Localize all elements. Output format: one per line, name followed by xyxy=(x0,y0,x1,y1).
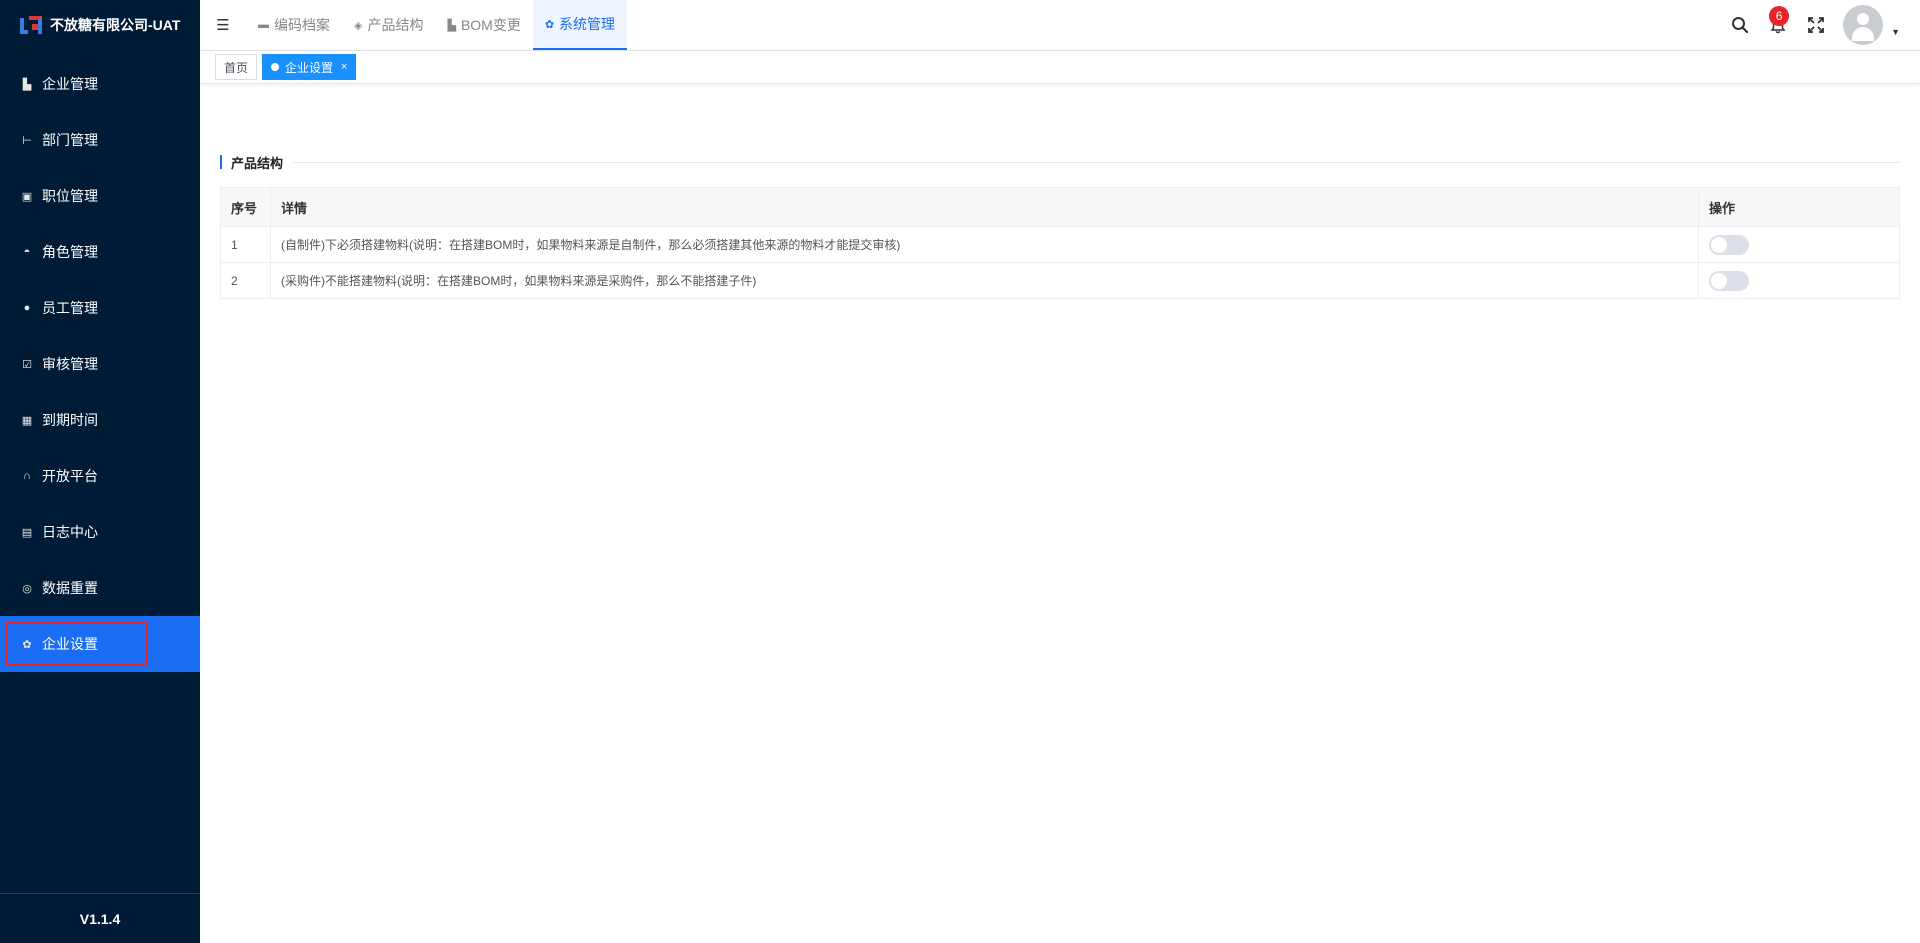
section-title: 产品结构 xyxy=(231,155,284,171)
sidebar-item-data-reset[interactable]: ◎ 数据重置 xyxy=(0,560,200,616)
tags-view: 首页 企业设置 × xyxy=(200,51,1920,84)
reset-icon: ◎ xyxy=(22,582,32,595)
sidebar-item-expiry[interactable]: ▦ 到期时间 xyxy=(0,392,200,448)
section-header: 产品结构 xyxy=(220,152,1900,172)
sidebar-item-review[interactable]: ☑ 审核管理 xyxy=(0,336,200,392)
tag-label: 企业设置 xyxy=(285,60,334,75)
header-index: 序号 xyxy=(220,187,271,227)
building-icon: ▙ xyxy=(22,78,32,91)
row-index: 2 xyxy=(220,262,271,299)
checkbox-icon: ☑ xyxy=(22,358,32,371)
sidebar-item-enterprise[interactable]: ▙ 企业管理 xyxy=(0,56,200,112)
user-menu[interactable]: ▼ xyxy=(1843,5,1900,45)
tag-enterprise-settings[interactable]: 企业设置 × xyxy=(262,54,357,80)
sidebar-item-employee[interactable]: ● 员工管理 xyxy=(0,280,200,336)
tag-label: 首页 xyxy=(224,60,249,75)
sidebar-item-position[interactable]: ▣ 职位管理 xyxy=(0,168,200,224)
topnav-item-system-management[interactable]: ✿ 系统管理 xyxy=(532,0,628,50)
layers-icon: ◈ xyxy=(354,19,363,32)
settings-table: 序号 详情 操作 1 (自制件)下必须搭建物料(说明：在搭建BOM时，如果物料来… xyxy=(220,187,1900,299)
calendar-icon: ▦ xyxy=(21,414,33,427)
topnav-item-label: 产品结构 xyxy=(367,17,424,33)
sidebar-item-label: 开放平台 xyxy=(42,468,98,484)
topnav-item-code-archive[interactable]: ▬ 编码档案 xyxy=(246,0,342,50)
header-action: 操作 xyxy=(1698,187,1900,227)
sidebar-item-label: 到期时间 xyxy=(42,412,98,428)
sidebar-item-label: 日志中心 xyxy=(42,524,98,540)
table-row: 2 (采购件)不能搭建物料(说明：在搭建BOM时，如果物料来源是采购件，那么不能… xyxy=(220,262,1900,299)
notification-bell-icon[interactable]: 6 xyxy=(1759,0,1797,50)
company-name: 不放糖有限公司-UAT xyxy=(50,17,181,33)
sidebar-item-label: 角色管理 xyxy=(42,244,98,260)
toggle-switch[interactable] xyxy=(1709,270,1749,291)
user-icon: ● xyxy=(23,302,31,314)
highlight-box xyxy=(5,622,148,666)
collapse-sidebar-icon[interactable]: ☰ xyxy=(200,0,246,50)
section-accent-bar xyxy=(220,155,222,169)
company-logo[interactable]: 不放糖有限公司-UAT xyxy=(0,0,200,50)
log-icon: ▤ xyxy=(21,526,33,539)
gear-icon: ✿ xyxy=(544,18,555,31)
folder-icon: ▬ xyxy=(258,19,269,31)
app-version: V1.1.4 xyxy=(0,893,200,943)
divider xyxy=(293,161,1900,163)
sidebar-item-label: 职位管理 xyxy=(42,188,98,204)
search-icon[interactable] xyxy=(1721,0,1759,50)
top-nav: ▬ 编码档案 ◈ 产品结构 ▙ BOM变更 ✿ 系统管理 xyxy=(246,0,628,50)
headset-icon: ∩ xyxy=(23,470,31,482)
header-detail: 详情 xyxy=(270,187,1699,227)
topnav-item-label: 系统管理 xyxy=(559,16,616,32)
bom-icon: ▙ xyxy=(447,19,456,32)
sidebar-item-label: 审核管理 xyxy=(42,356,98,372)
table-header-row: 序号 详情 操作 xyxy=(220,187,1900,227)
tag-home[interactable]: 首页 xyxy=(215,54,258,80)
close-icon[interactable]: × xyxy=(341,61,347,73)
avatar xyxy=(1843,5,1884,45)
role-icon: ◓ xyxy=(23,246,31,258)
active-dot-icon xyxy=(271,63,280,71)
notification-badge: 6 xyxy=(1769,6,1790,26)
sidebar-item-open-platform[interactable]: ∩ 开放平台 xyxy=(0,448,200,504)
sidebar-item-label: 企业管理 xyxy=(42,76,98,92)
topnav-item-bom-change[interactable]: ▙ BOM变更 xyxy=(435,0,532,50)
row-action xyxy=(1698,226,1900,263)
toggle-switch[interactable] xyxy=(1709,234,1749,255)
id-card-icon: ▣ xyxy=(21,190,33,203)
sidebar-item-role[interactable]: ◓ 角色管理 xyxy=(0,224,200,280)
topnav-item-product-structure[interactable]: ◈ 产品结构 xyxy=(342,0,435,50)
row-detail: (采购件)不能搭建物料(说明：在搭建BOM时，如果物料来源是采购件，那么不能搭建… xyxy=(270,262,1699,299)
row-index: 1 xyxy=(220,226,271,263)
brand-logo-icon xyxy=(20,14,44,36)
fullscreen-icon[interactable] xyxy=(1797,0,1835,50)
sidebar: 不放糖有限公司-UAT ▙ 企业管理 ⊢ 部门管理 ▣ 职位管理 ◓ 角色管理 … xyxy=(0,0,200,943)
header-tools: 6 ▼ xyxy=(1721,0,1900,50)
sidebar-item-department[interactable]: ⊢ 部门管理 xyxy=(0,112,200,168)
topnav-item-label: BOM变更 xyxy=(460,17,521,33)
sidebar-menu: ▙ 企业管理 ⊢ 部门管理 ▣ 职位管理 ◓ 角色管理 ● 员工管理 ☑ 审核管… xyxy=(0,56,200,672)
sidebar-item-label: 部门管理 xyxy=(42,132,98,148)
top-navbar: ☰ ▬ 编码档案 ◈ 产品结构 ▙ BOM变更 ✿ 系统管理 6 ▼ xyxy=(200,0,1920,51)
sidebar-item-label: 数据重置 xyxy=(42,580,98,596)
sidebar-item-enterprise-settings[interactable]: ✿ 企业设置 xyxy=(0,616,200,672)
org-tree-icon: ⊢ xyxy=(22,134,32,147)
sidebar-item-log[interactable]: ▤ 日志中心 xyxy=(0,504,200,560)
row-detail: (自制件)下必须搭建物料(说明：在搭建BOM时，如果物料来源是自制件，那么必须搭… xyxy=(270,226,1699,263)
sidebar-item-label: 员工管理 xyxy=(42,300,98,316)
topnav-item-label: 编码档案 xyxy=(274,17,330,33)
table-row: 1 (自制件)下必须搭建物料(说明：在搭建BOM时，如果物料来源是自制件，那么必… xyxy=(220,226,1900,263)
row-action xyxy=(1698,262,1900,299)
chevron-down-icon: ▼ xyxy=(1891,27,1900,37)
